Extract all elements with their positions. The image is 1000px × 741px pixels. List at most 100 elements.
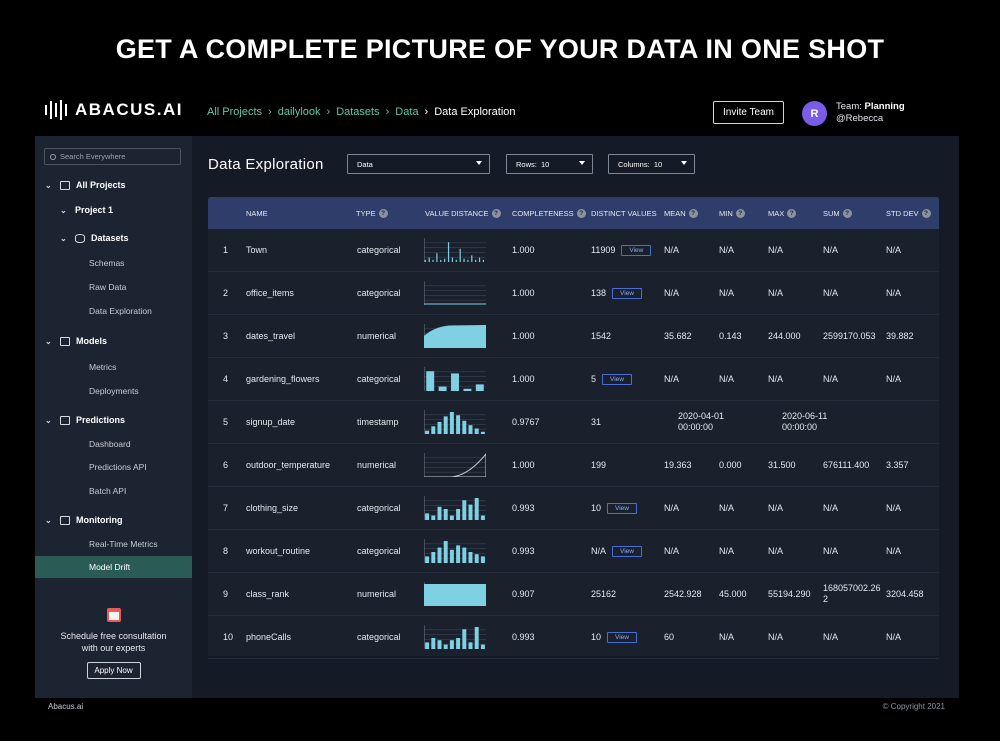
help-icon[interactable]: ?	[576, 209, 586, 218]
sidebar-item-schemas[interactable]: Schemas	[89, 258, 124, 268]
cell-std-dev: N/A	[886, 632, 902, 642]
value-distribution-sparkline	[424, 410, 486, 434]
columns-select[interactable]: Columns: 10	[608, 154, 695, 174]
cell-max: 31.500	[768, 460, 796, 470]
sidebar-item-all-projects[interactable]: ⌄ All Projects	[45, 180, 126, 190]
sparkline-shape	[424, 325, 486, 348]
team-info[interactable]: Team: Planning @Rebecca	[836, 101, 905, 125]
cell-name: office_items	[246, 288, 294, 298]
sidebar-item-project[interactable]: ⌄ Project 1	[60, 205, 113, 215]
header-label: NAME	[246, 209, 268, 218]
cell-name: workout_routine	[246, 546, 311, 556]
sidebar-item-raw-data[interactable]: Raw Data	[89, 282, 126, 292]
view-button[interactable]: View	[607, 503, 637, 515]
invite-team-button[interactable]: Invite Team	[713, 101, 784, 124]
cell-std-dev: N/A	[886, 245, 902, 255]
table-row[interactable]: 6 outdoor_temperature numerical 1.000 199 19.…	[208, 444, 939, 487]
cell-max: 244.000	[768, 331, 801, 341]
sparkline-bar	[424, 259, 426, 262]
sidebar-item-metrics[interactable]: Metrics	[89, 362, 116, 372]
cell-sum: 168057002.262	[823, 583, 881, 604]
sparkline-bar	[428, 257, 430, 262]
sidebar-item-deployments[interactable]: Deployments	[89, 386, 139, 396]
table-row[interactable]: 10 phoneCalls categorical 0.993 10 View 60 N/A N…	[208, 616, 939, 659]
view-button[interactable]: View	[612, 288, 643, 300]
app-window: ABACUS.AI All Projects › dailylook › Dat…	[35, 90, 959, 714]
columns-value: 10	[653, 159, 663, 169]
sparkline-bar	[449, 640, 454, 649]
help-icon[interactable]: ?	[921, 209, 931, 218]
view-button[interactable]: View	[607, 632, 637, 644]
table-row[interactable]: 4 gardening_flowers categorical 1.000 5 View N…	[208, 358, 939, 401]
breadcrumb-project[interactable]: dailylook	[278, 106, 321, 118]
cell-sum: N/A	[823, 374, 839, 384]
sparkline-bar	[462, 547, 467, 563]
table-row[interactable]: 1 Town categorical 1.000 11909 View N/A N/A N/A N…	[208, 229, 939, 272]
cell-distinct-values: 199	[591, 460, 607, 470]
column-header-std-dev: STD DEV?	[886, 209, 931, 218]
help-icon[interactable]: ?	[735, 209, 745, 218]
sparkline-bar	[474, 428, 479, 434]
column-header-distinct-values: DISTINCT VALUES	[591, 209, 657, 218]
avatar[interactable]: R	[802, 101, 827, 126]
logo[interactable]: ABACUS.AI	[45, 100, 183, 120]
sparkline-bar	[451, 373, 459, 391]
chevron-down-icon: ⌄	[45, 515, 52, 525]
sparkline-bar	[443, 644, 448, 649]
cell-min: N/A	[719, 245, 735, 255]
page-title: Data Exploration	[208, 156, 324, 173]
table-row[interactable]: 3 dates_travel numerical 1.000 1542 35.682 0.1…	[208, 315, 939, 358]
sidebar-item-data-exploration[interactable]: Data Exploration	[89, 306, 152, 316]
apply-now-button[interactable]: Apply Now	[86, 662, 141, 679]
sparkline-bar	[463, 258, 465, 262]
view-button[interactable]: View	[621, 245, 652, 257]
cell-mean: 60	[664, 632, 675, 642]
sidebar-item-dashboard[interactable]: Dashboard	[89, 439, 131, 449]
view-button[interactable]: View	[612, 546, 642, 558]
cell-min: 2020-04-01 00:00:00	[678, 411, 725, 432]
sparkline-bar	[474, 554, 479, 563]
cell-completeness: 1.000	[512, 245, 535, 255]
column-header-min: MIN?	[719, 209, 745, 218]
sparkline-bar	[462, 500, 467, 520]
value-distribution-sparkline	[424, 625, 486, 649]
sparkline-bar	[432, 259, 434, 262]
value-distribution-sparkline	[424, 496, 486, 520]
sidebar-item-real-time-metrics[interactable]: Real-Time Metrics	[89, 539, 158, 549]
help-icon[interactable]: ?	[688, 209, 698, 218]
chevron-down-icon: ⌄	[45, 336, 52, 346]
table-row[interactable]: 9 class_rank numerical 0.907 25162 2542.928 45…	[208, 573, 939, 616]
dataset-select[interactable]: Data	[347, 154, 490, 174]
help-icon[interactable]: ?	[378, 209, 388, 218]
breadcrumb-data[interactable]: Data	[395, 106, 418, 118]
sidebar-item-batch-api[interactable]: Batch API	[89, 486, 126, 496]
cell-mean: N/A	[664, 288, 680, 298]
sidebar-item-models[interactable]: ⌄ Models	[45, 336, 107, 346]
view-button[interactable]: View	[602, 374, 632, 386]
table-row[interactable]: 2 office_items categorical 1.000 138 View N/A N…	[208, 272, 939, 315]
help-icon[interactable]: ?	[787, 209, 797, 218]
table-row[interactable]: 8 workout_routine categorical 0.993 N/A View N…	[208, 530, 939, 573]
table-header: NAME TYPE? VALUE DISTANCE? COMPLETENESS?…	[208, 197, 939, 229]
sparkline-bar	[474, 627, 479, 649]
sidebar-item-model-drift[interactable]: Model Drift	[89, 562, 130, 572]
predictions-icon	[60, 415, 70, 425]
breadcrumb-all-projects[interactable]: All Projects	[207, 106, 262, 118]
search-input[interactable]: Search Everywhere	[44, 148, 181, 165]
header-label: SUM	[823, 209, 840, 218]
rows-select[interactable]: Rows: 10	[506, 154, 593, 174]
sidebar-item-predictions[interactable]: ⌄ Predictions	[45, 415, 125, 425]
sidebar-item-monitoring[interactable]: ⌄ Monitoring	[45, 515, 123, 525]
help-icon[interactable]: ?	[491, 209, 501, 218]
table-row[interactable]: 7 clothing_size categorical 0.993 10 View N/A N…	[208, 487, 939, 530]
sparkline-bar	[482, 259, 485, 262]
cell-min: N/A	[719, 503, 735, 513]
value-distribution-sparkline	[424, 238, 486, 262]
help-icon[interactable]: ?	[842, 209, 852, 218]
sidebar-item-datasets[interactable]: ⌄ Datasets	[60, 233, 129, 243]
sidebar-item-predictions-api[interactable]: Predictions API	[89, 462, 147, 472]
table-row[interactable]: 5 signup_date timestamp 0.9767 31 2020-04-01 …	[208, 401, 939, 444]
footer-brand: Abacus.ai	[48, 702, 84, 711]
cell-completeness: 1.000	[512, 460, 535, 470]
breadcrumb-datasets[interactable]: Datasets	[336, 106, 379, 118]
